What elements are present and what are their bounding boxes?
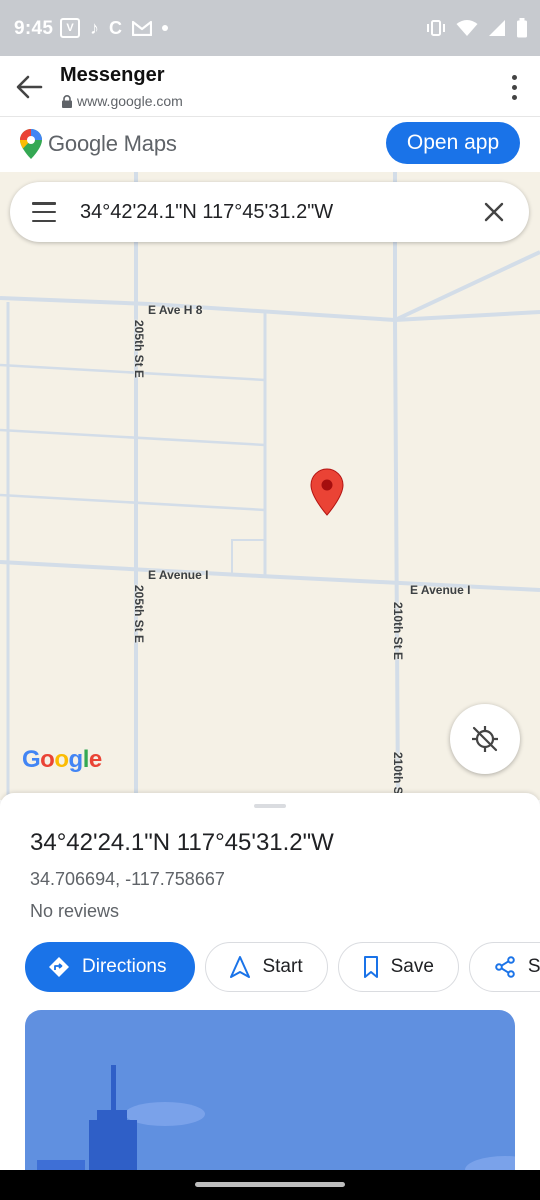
city-illustration: [37, 1065, 515, 1170]
share-button[interactable]: Share: [468, 942, 540, 992]
vpn-icon: V: [60, 18, 80, 38]
road-label-210th-st: 210th St E: [391, 602, 405, 661]
road-label-e-ave-h8: E Ave H 8: [148, 303, 203, 317]
search-query[interactable]: 34°42'24.1"N 117°45'31.2"W: [80, 201, 333, 224]
map-pin-icon[interactable]: [310, 468, 344, 516]
lock-icon: [62, 94, 72, 108]
place-reviews: No reviews: [30, 901, 120, 921]
save-button[interactable]: Save: [337, 942, 459, 992]
place-coordinates: 34.706694, -117.758667: [30, 869, 225, 889]
road-label-e-avenue-i-right: E Avenue I: [410, 583, 471, 597]
my-location-button[interactable]: [450, 704, 520, 774]
status-bar: 9:45 V ♪ C: [0, 0, 540, 56]
share-label: Share: [527, 956, 540, 977]
street-view-illustration[interactable]: [25, 1010, 515, 1170]
road-network: [0, 172, 540, 800]
road-label-210th-st-bottom: 210th S: [391, 752, 405, 795]
road-label-205th-st-bottom: 205th St E: [132, 585, 146, 644]
c-app-icon: C: [109, 18, 122, 38]
wifi-icon: [456, 20, 478, 36]
maps-logo-text: Google Maps: [48, 131, 177, 156]
system-icons: [426, 18, 528, 38]
menu-icon[interactable]: [32, 202, 56, 222]
bookmark-icon: [363, 956, 378, 978]
signal-icon: [489, 20, 505, 36]
place-title: 34°42'24.1"N 117°45'31.2"W: [30, 829, 334, 856]
close-icon[interactable]: [481, 199, 507, 225]
share-icon: [495, 956, 515, 978]
battery-icon: [517, 18, 527, 38]
status-time: 9:45: [14, 18, 54, 39]
google-maps-logo[interactable]: Google Maps: [20, 129, 177, 159]
place-bottom-sheet[interactable]: 34°42'24.1"N 117°45'31.2"W 34.706694, -1…: [0, 793, 540, 1170]
more-vert-icon: [511, 74, 517, 80]
maps-pin-logo-icon: [20, 129, 42, 159]
google-attribution-logo: Google: [22, 746, 102, 773]
system-navigation-bar: [0, 1170, 540, 1200]
directions-label: Directions: [82, 956, 167, 977]
vibrate-icon: [427, 20, 445, 36]
tab-title: Messenger: [60, 64, 165, 86]
start-label: Start: [262, 956, 303, 977]
back-button[interactable]: [12, 70, 46, 104]
gmail-icon: [132, 20, 152, 36]
tiktok-icon: ♪: [90, 18, 99, 38]
maps-header: Google Maps Open app: [0, 117, 540, 172]
road-label-e-avenue-i-left: E Avenue I: [148, 568, 209, 582]
arrow-back-icon: [16, 75, 43, 99]
dot-icon: [162, 25, 168, 31]
road-label-205th-st-top: 205th St E: [132, 320, 146, 379]
directions-icon: [49, 957, 69, 977]
location-disabled-icon: [472, 726, 498, 752]
start-button[interactable]: Start: [205, 942, 328, 992]
action-chips: Directions Start Save Share: [25, 942, 540, 992]
open-app-button[interactable]: Open app: [386, 122, 520, 164]
home-gesture-handle[interactable]: [195, 1182, 345, 1187]
notification-icons: V ♪ C: [60, 18, 168, 38]
more-options-button[interactable]: [502, 70, 526, 104]
sheet-drag-handle[interactable]: [254, 804, 286, 808]
tab-url-text: www.google.com: [77, 93, 183, 109]
browser-custom-tab-bar: Messenger www.google.com: [0, 56, 540, 117]
navigation-icon: [230, 956, 251, 978]
search-box[interactable]: 34°42'24.1"N 117°45'31.2"W: [10, 182, 529, 242]
tab-url: www.google.com: [61, 93, 183, 109]
directions-button[interactable]: Directions: [25, 942, 196, 992]
save-label: Save: [390, 956, 434, 977]
map-view[interactable]: E Ave H 8 205th St E E Avenue I E Avenue…: [0, 172, 540, 800]
